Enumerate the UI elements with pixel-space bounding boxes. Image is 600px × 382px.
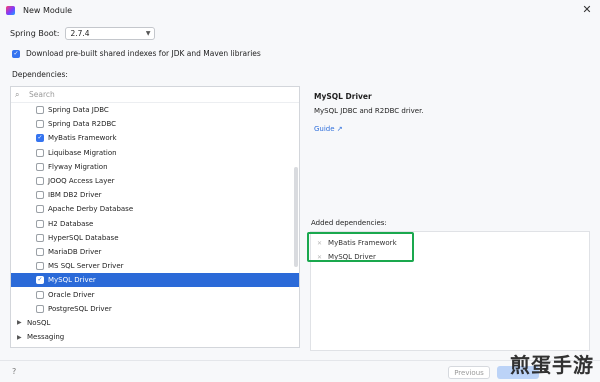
download-indexes-label: Download pre-built shared indexes for JD… bbox=[26, 49, 261, 58]
dependency-label: JOOQ Access Layer bbox=[48, 177, 115, 186]
dependency-label: MS SQL Server Driver bbox=[48, 262, 124, 271]
dependency-item[interactable]: Spring Data JDBC bbox=[11, 103, 299, 117]
previous-button[interactable]: Previous bbox=[448, 366, 490, 379]
spring-boot-row: Spring Boot: 2.7.4 ▼ bbox=[10, 26, 156, 40]
window-title: New Module bbox=[23, 5, 73, 15]
spring-boot-label: Spring Boot: bbox=[10, 28, 60, 38]
group-label: Messaging bbox=[27, 333, 65, 342]
dependency-item[interactable]: PostgreSQL Driver bbox=[11, 302, 299, 316]
dependency-label: MySQL Driver bbox=[48, 276, 96, 285]
dependency-checkbox[interactable] bbox=[36, 262, 44, 271]
dependency-item[interactable]: ✓ MyBatis Framework bbox=[11, 131, 299, 145]
dependency-item[interactable]: HyperSQL Database bbox=[11, 231, 299, 245]
dependency-item[interactable]: Apache Derby Database bbox=[11, 202, 299, 216]
download-indexes-option[interactable]: ✓ Download pre-built shared indexes for … bbox=[12, 49, 261, 58]
chevron-down-icon: ▼ bbox=[145, 29, 151, 37]
dependency-item[interactable]: H2 Database bbox=[11, 217, 299, 231]
dependency-checkbox[interactable] bbox=[36, 120, 44, 129]
dependency-checkbox[interactable] bbox=[36, 177, 44, 186]
dependency-label: Flyway Migration bbox=[48, 162, 108, 171]
dependencies-label: Dependencies: bbox=[12, 70, 68, 79]
dependency-label: HyperSQL Database bbox=[48, 233, 119, 242]
dependency-list: Spring Data JDBC Spring Data R2DBC ✓ MyBati… bbox=[11, 103, 299, 316]
dependency-item[interactable]: Flyway Migration bbox=[11, 160, 299, 174]
dependency-search[interactable]: ⌕ Search bbox=[11, 87, 299, 103]
guide-link[interactable]: Guide ↗ bbox=[314, 125, 343, 133]
chevron-right-icon: ▶ bbox=[17, 333, 22, 341]
dependency-checkbox[interactable] bbox=[36, 219, 44, 228]
close-icon[interactable]: ✕ bbox=[580, 3, 594, 17]
dependency-label: Oracle Driver bbox=[48, 290, 95, 299]
dependency-checkbox[interactable] bbox=[36, 106, 44, 115]
title-bar: New Module ✕ bbox=[0, 0, 600, 20]
dependency-label: Spring Data JDBC bbox=[48, 106, 109, 115]
dependency-checkbox[interactable]: ✓ bbox=[36, 134, 44, 143]
highlight-box bbox=[307, 232, 414, 262]
dependency-groups: ▶ NoSQL ▶ Messaging bbox=[11, 316, 299, 344]
dependency-item[interactable]: MariaDB Driver bbox=[11, 245, 299, 259]
dependency-item[interactable]: ✓ MySQL Driver bbox=[11, 273, 299, 288]
intellij-app-icon bbox=[6, 5, 15, 15]
dependency-group[interactable]: ▶ NoSQL bbox=[11, 316, 299, 330]
dependency-label: IBM DB2 Driver bbox=[48, 191, 102, 200]
dependency-checkbox[interactable] bbox=[36, 233, 44, 242]
dependency-checkbox[interactable] bbox=[36, 162, 44, 171]
spring-boot-version-value: 2.7.4 bbox=[70, 28, 90, 38]
group-label: NoSQL bbox=[27, 318, 51, 327]
help-icon[interactable]: ? bbox=[12, 367, 16, 376]
dependency-label: H2 Database bbox=[48, 219, 94, 228]
dependency-label: PostgreSQL Driver bbox=[48, 304, 112, 313]
detail-description: MySQL JDBC and R2DBC driver. bbox=[314, 107, 424, 115]
search-placeholder: Search bbox=[29, 90, 55, 99]
detail-title: MySQL Driver bbox=[314, 92, 372, 101]
dependency-label: Spring Data R2DBC bbox=[48, 120, 117, 129]
dependency-group[interactable]: ▶ Messaging bbox=[11, 330, 299, 344]
dependency-item[interactable]: Oracle Driver bbox=[11, 287, 299, 301]
dependency-checkbox[interactable] bbox=[36, 247, 44, 256]
dependency-checkbox[interactable] bbox=[36, 205, 44, 214]
dependency-checkbox[interactable]: ✓ bbox=[36, 276, 44, 285]
dependency-item[interactable]: Spring Data R2DBC bbox=[11, 117, 299, 131]
dependency-item[interactable]: MS SQL Server Driver bbox=[11, 259, 299, 273]
spring-boot-version-select[interactable]: 2.7.4 ▼ bbox=[65, 26, 156, 40]
added-dependencies-label: Added dependencies: bbox=[311, 219, 387, 227]
dependency-label: MariaDB Driver bbox=[48, 247, 102, 256]
dependency-item[interactable]: JOOQ Access Layer bbox=[11, 174, 299, 188]
dependency-item[interactable]: IBM DB2 Driver bbox=[11, 188, 299, 202]
chevron-right-icon: ▶ bbox=[17, 319, 22, 327]
download-indexes-checkbox[interactable]: ✓ bbox=[12, 49, 20, 58]
dependency-label: Apache Derby Database bbox=[48, 205, 134, 214]
search-icon: ⌕ bbox=[15, 89, 20, 99]
dependency-checkbox[interactable] bbox=[36, 191, 44, 200]
dependency-checkbox[interactable] bbox=[36, 304, 44, 313]
dependency-checkbox[interactable] bbox=[36, 148, 44, 157]
dependency-item[interactable]: Liquibase Migration bbox=[11, 146, 299, 160]
dependency-checkbox[interactable] bbox=[36, 290, 44, 299]
watermark-logo: 煎蛋手游 bbox=[510, 353, 594, 377]
dependencies-tree: ⌕ Search Spring Data JDBC Spring Data R2D… bbox=[10, 86, 300, 348]
scrollbar[interactable] bbox=[294, 167, 298, 267]
dependency-label: MyBatis Framework bbox=[48, 134, 117, 143]
dependency-label: Liquibase Migration bbox=[48, 148, 117, 157]
